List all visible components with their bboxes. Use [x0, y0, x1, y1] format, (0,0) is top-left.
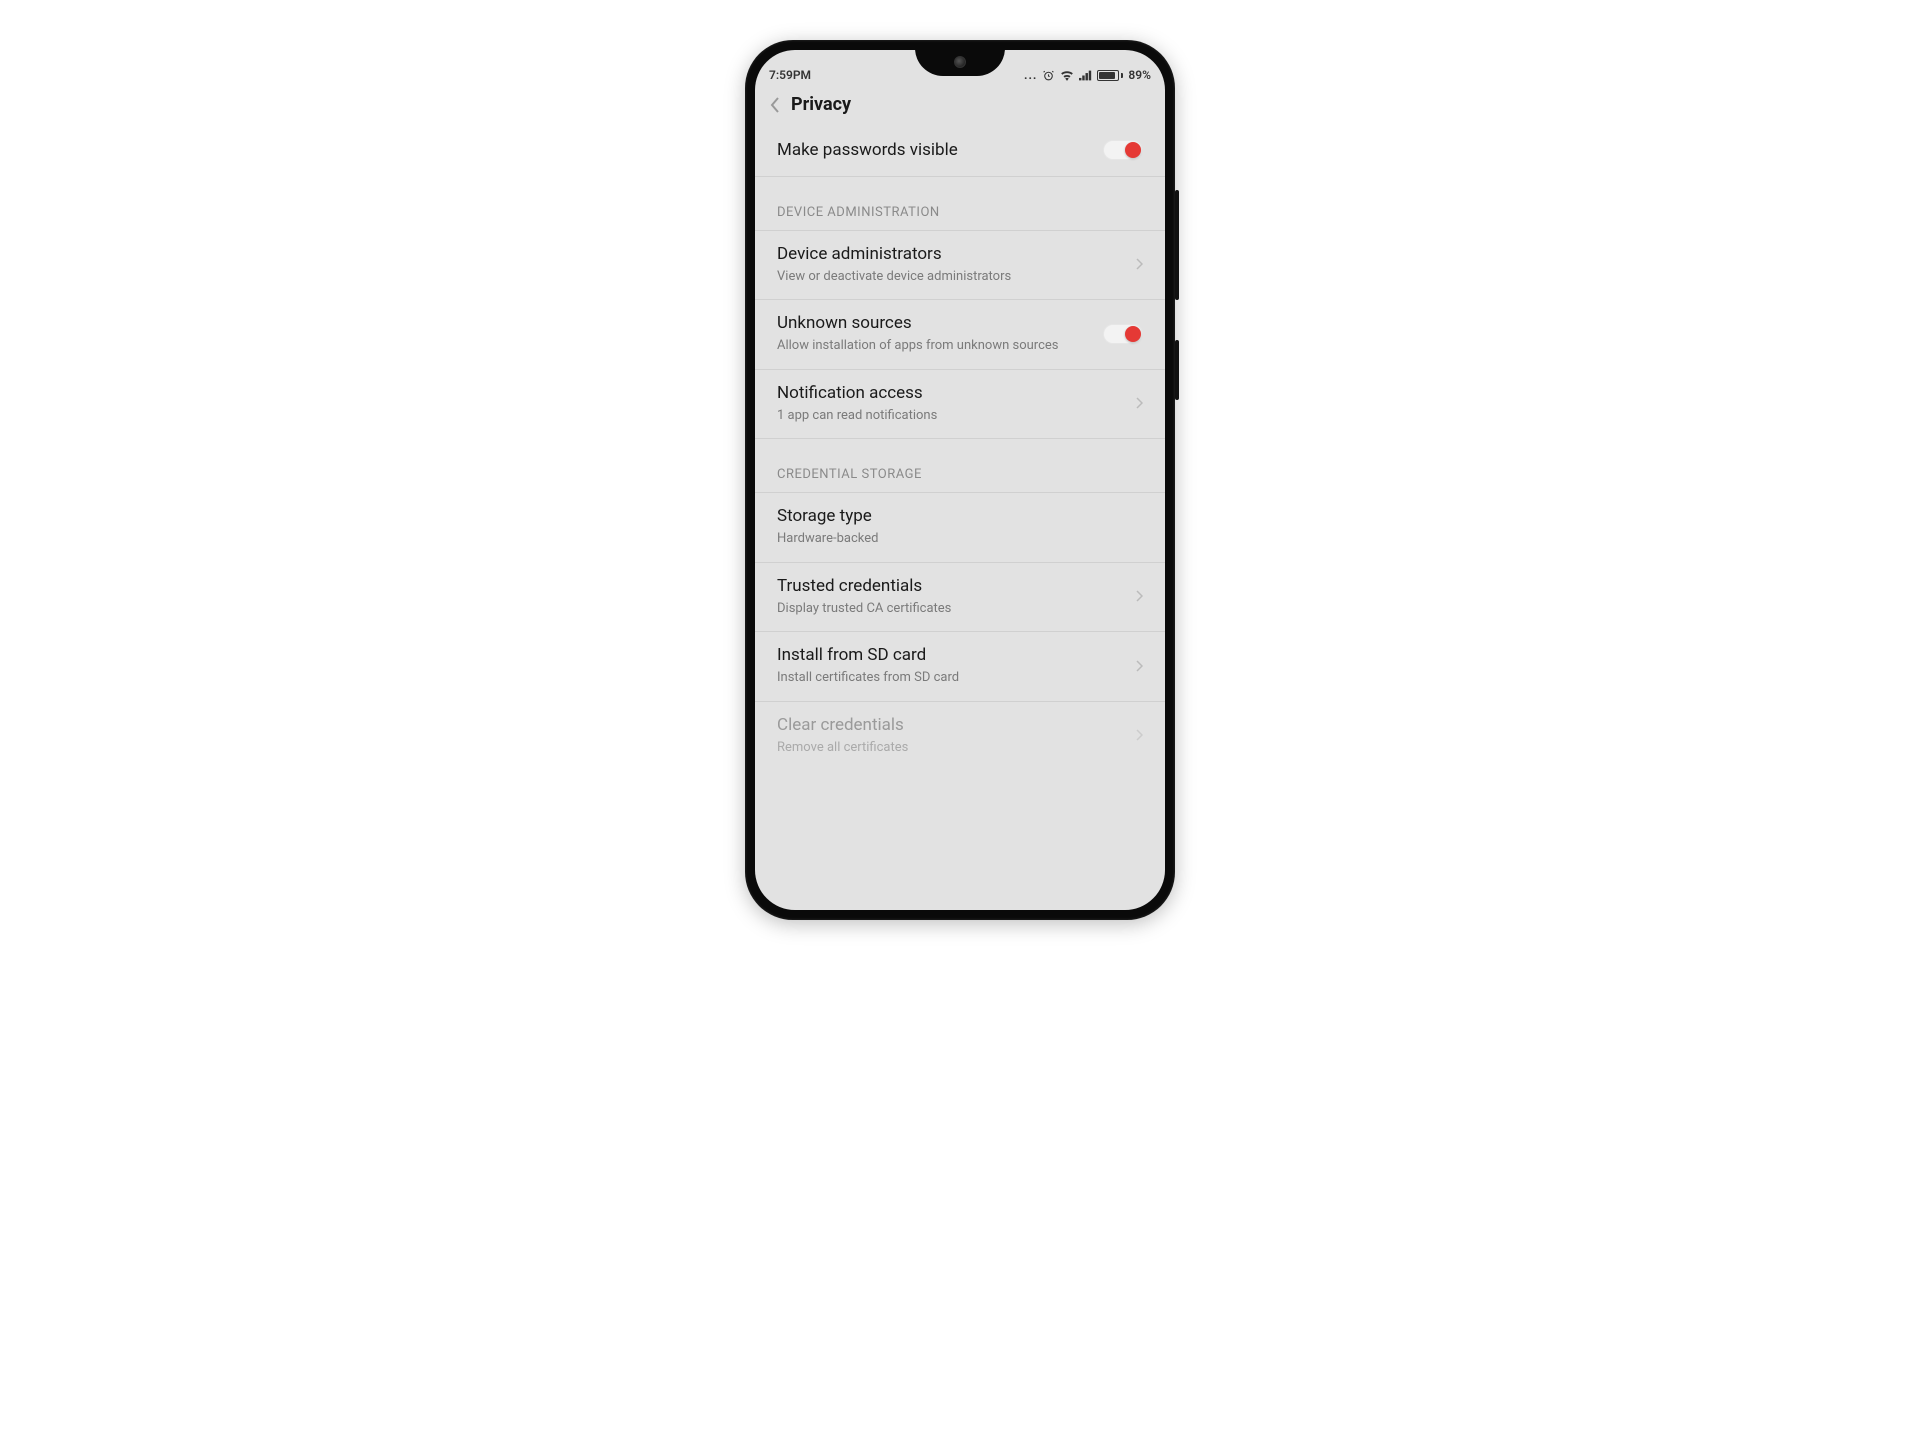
battery-icon	[1097, 70, 1123, 81]
screen: 7:59PM ... 89% Privacy Make passwords vi…	[755, 50, 1165, 910]
row-subtitle: View or deactivate device administrators	[777, 268, 1125, 286]
page-title: Privacy	[791, 94, 851, 115]
more-icon: ...	[1024, 68, 1037, 82]
toggle-unknown-sources[interactable]	[1103, 324, 1143, 344]
row-storage-type[interactable]: Storage type Hardware-backed	[755, 493, 1165, 562]
row-title: Install from SD card	[777, 644, 1125, 667]
status-right: ... 89%	[1024, 68, 1151, 82]
row-device-administrators[interactable]: Device administrators View or deactivate…	[755, 231, 1165, 300]
front-camera	[954, 56, 966, 68]
row-title: Notification access	[777, 382, 1125, 405]
row-subtitle: Install certificates from SD card	[777, 669, 1125, 687]
status-time: 7:59PM	[769, 68, 811, 82]
toggle-make-passwords[interactable]	[1103, 140, 1143, 160]
row-title: Trusted credentials	[777, 575, 1125, 598]
settings-list: Make passwords visible DEVICE ADMINISTRA…	[755, 127, 1165, 770]
chevron-right-icon	[1135, 396, 1143, 410]
row-subtitle: 1 app can read notifications	[777, 407, 1125, 425]
section-device-administration: DEVICE ADMINISTRATION	[755, 177, 1165, 231]
row-install-from-sd[interactable]: Install from SD card Install certificate…	[755, 632, 1165, 701]
alarm-icon	[1042, 69, 1055, 82]
volume-button	[1175, 190, 1179, 300]
page-header: Privacy	[755, 84, 1165, 127]
row-make-passwords-visible[interactable]: Make passwords visible	[755, 127, 1165, 177]
row-trusted-credentials[interactable]: Trusted credentials Display trusted CA c…	[755, 563, 1165, 632]
row-subtitle: Hardware-backed	[777, 530, 1143, 548]
row-subtitle: Remove all certificates	[777, 739, 1125, 757]
chevron-right-icon	[1135, 589, 1143, 603]
section-credential-storage: CREDENTIAL STORAGE	[755, 439, 1165, 493]
row-title: Storage type	[777, 505, 1143, 528]
chevron-right-icon	[1135, 728, 1143, 742]
row-title: Clear credentials	[777, 714, 1125, 737]
chevron-right-icon	[1135, 659, 1143, 673]
power-button	[1175, 340, 1179, 400]
row-subtitle: Display trusted CA certificates	[777, 600, 1125, 618]
wifi-icon	[1060, 69, 1074, 81]
row-title: Device administrators	[777, 243, 1125, 266]
signal-icon	[1079, 70, 1092, 81]
back-icon[interactable]	[769, 96, 781, 114]
row-notification-access[interactable]: Notification access 1 app can read notif…	[755, 370, 1165, 439]
row-clear-credentials: Clear credentials Remove all certificate…	[755, 702, 1165, 770]
row-title: Make passwords visible	[777, 139, 1093, 162]
battery-percent: 89%	[1128, 68, 1151, 82]
row-unknown-sources[interactable]: Unknown sources Allow installation of ap…	[755, 300, 1165, 369]
row-title: Unknown sources	[777, 312, 1093, 335]
chevron-right-icon	[1135, 257, 1143, 271]
phone-frame: 7:59PM ... 89% Privacy Make passwords vi…	[745, 40, 1175, 920]
row-subtitle: Allow installation of apps from unknown …	[777, 337, 1093, 355]
